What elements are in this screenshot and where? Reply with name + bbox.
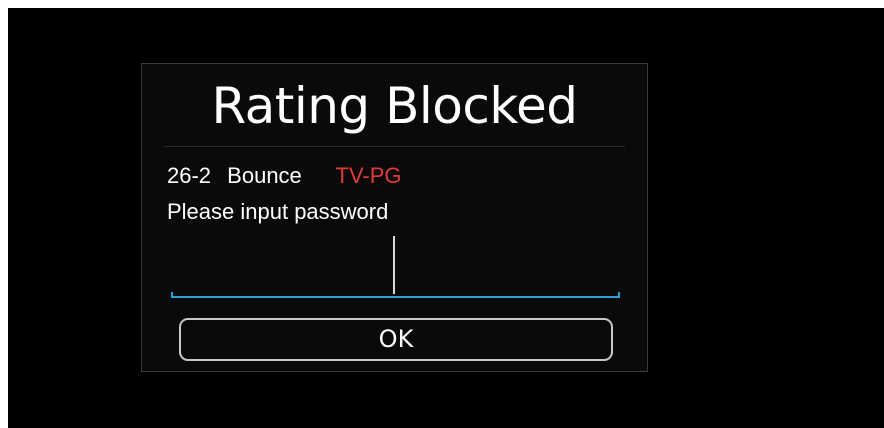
rating-blocked-dialog: Rating Blocked 26-2 Bounce TV-PG Please … (141, 63, 648, 372)
password-prompt: Please input password (167, 199, 389, 224)
dialog-title: Rating Blocked (211, 77, 578, 135)
tv-screen: Rating Blocked 26-2 Bounce TV-PG Please … (8, 8, 884, 428)
password-input[interactable] (171, 236, 620, 298)
ok-button[interactable]: OK (179, 318, 613, 361)
channel-name: Bounce (227, 163, 302, 188)
title-divider (164, 146, 625, 147)
channel-info: 26-2 Bounce TV-PG (167, 162, 402, 190)
text-caret (393, 236, 395, 294)
channel-number: 26-2 (167, 163, 212, 188)
rating-badge: TV-PG (335, 163, 402, 188)
